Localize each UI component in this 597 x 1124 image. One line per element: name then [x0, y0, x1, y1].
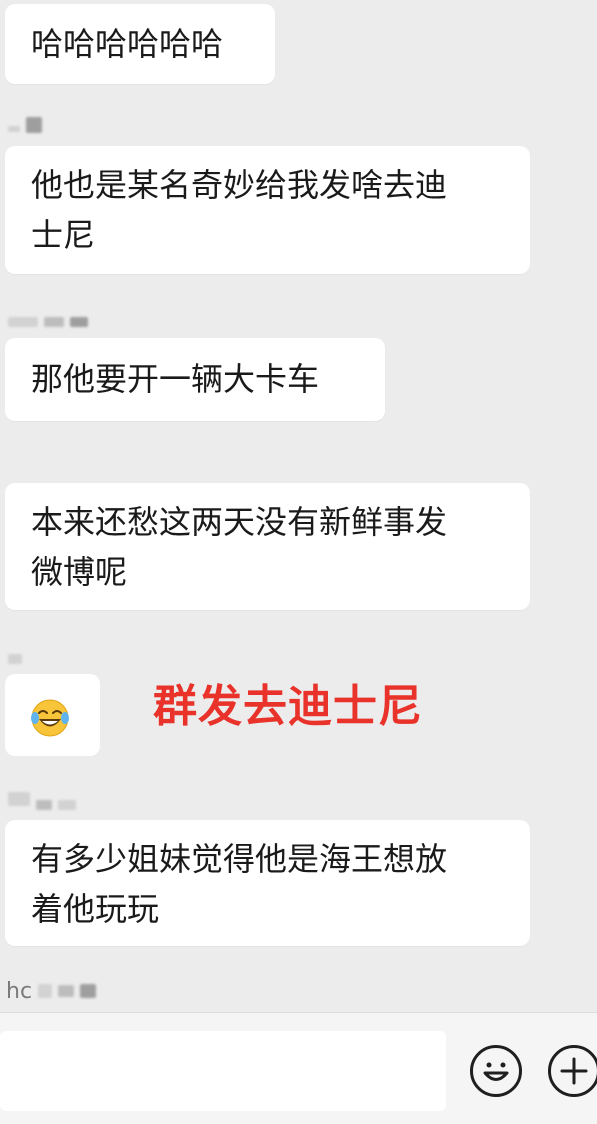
sender-name-redacted — [8, 650, 22, 668]
message-text-line: 微博呢 — [31, 553, 128, 591]
message-input[interactable] — [0, 1031, 446, 1111]
input-bar — [0, 1012, 597, 1124]
message-bubble[interactable]: 哈哈哈哈哈哈 — [5, 4, 275, 84]
message-text-line: 有多少姐妹觉得他是海王想放 — [31, 840, 448, 878]
message-text: 那他要开一辆大卡车 — [31, 360, 320, 398]
message-text: 哈哈哈哈哈哈 — [31, 25, 224, 63]
message-text-line: 士尼 — [31, 216, 96, 254]
message-bubble[interactable]: 那他要开一辆大卡车 — [5, 338, 385, 421]
emoji-button[interactable] — [470, 1045, 522, 1097]
more-button[interactable] — [548, 1045, 597, 1097]
emoji-message-bubble[interactable] — [5, 674, 100, 756]
sender-name-partial: hc — [6, 978, 97, 1004]
plus-circle-icon — [560, 1057, 588, 1085]
chat-area: 哈哈哈哈哈哈 他也是某名奇妙给我发啥去迪 士尼 那他要开一辆大卡车 本来还愁这两… — [0, 0, 597, 1012]
sender-name-prefix: hc — [6, 978, 33, 1004]
message-bubble[interactable]: 本来还愁这两天没有新鲜事发 微博呢 — [5, 483, 530, 610]
sender-name-redacted — [8, 790, 76, 810]
message-text-line: 本来还愁这两天没有新鲜事发 — [31, 503, 448, 541]
sender-name-redacted — [8, 313, 88, 331]
message-text-line: 他也是某名奇妙给我发啥去迪 — [31, 166, 448, 204]
smiley-face-icon — [483, 1062, 509, 1081]
message-bubble[interactable]: 有多少姐妹觉得他是海王想放 着他玩玩 — [5, 820, 530, 946]
sender-name-redacted — [8, 116, 42, 134]
message-bubble[interactable]: 他也是某名奇妙给我发啥去迪 士尼 — [5, 146, 530, 274]
laughing-crying-emoji-icon — [31, 699, 69, 737]
message-text-line: 着他玩玩 — [31, 890, 160, 928]
overlay-caption: 群发去迪士尼 — [153, 681, 423, 732]
